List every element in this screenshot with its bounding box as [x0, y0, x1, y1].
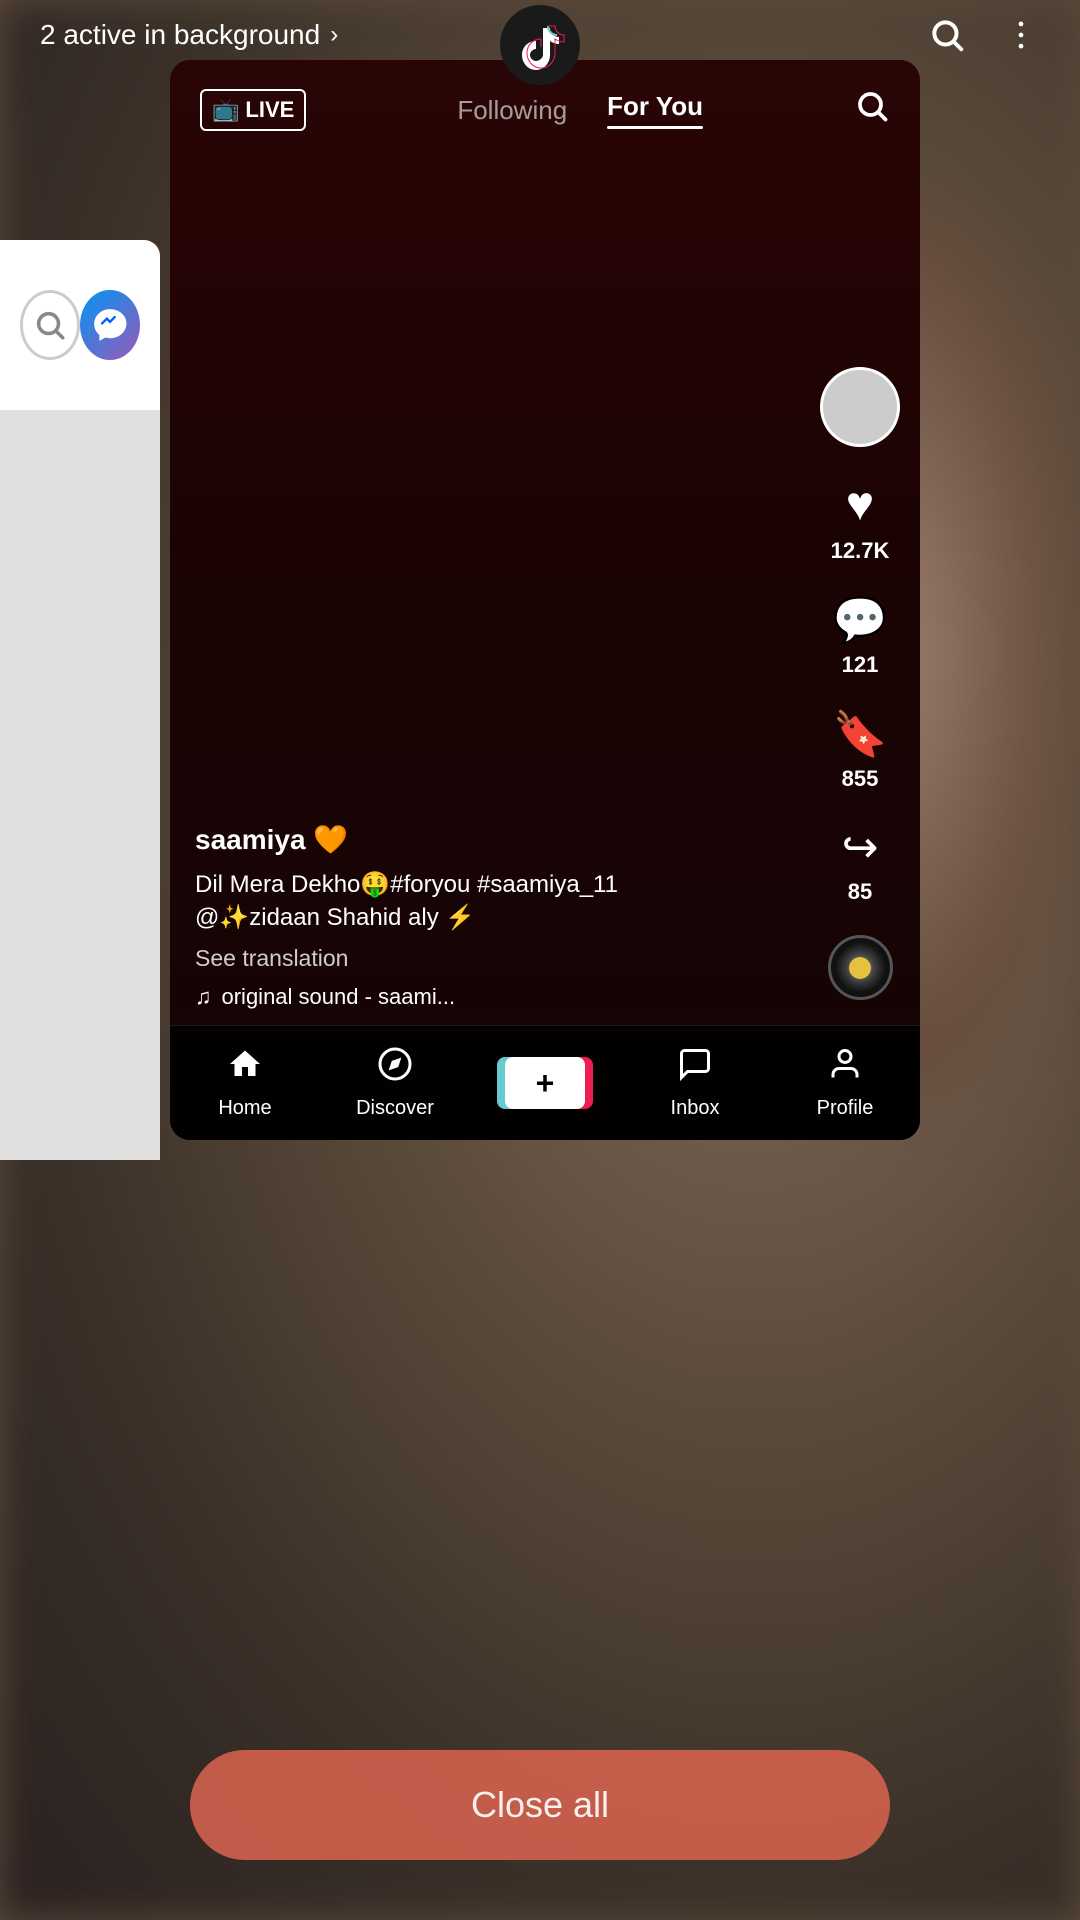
- like-button[interactable]: ♥ 12.7K: [831, 477, 890, 564]
- live-tv-icon: 📺: [212, 97, 239, 123]
- music-disc: [828, 935, 893, 1000]
- live-badge[interactable]: 📺 LIVE: [200, 89, 306, 131]
- status-bar-right: [928, 16, 1040, 54]
- left-card-top: [0, 240, 160, 410]
- bookmark-button[interactable]: 🔖 855: [833, 708, 888, 792]
- tiktok-logo-svg: [515, 20, 565, 70]
- caption-text: Dil Mera Dekho🤑#foryou #saamiya_11: [195, 871, 618, 898]
- music-center-dot: [849, 957, 871, 979]
- status-bar-left: 2 active in background ›: [40, 19, 338, 51]
- sound-info: ♫ original sound - saami...: [195, 984, 810, 1010]
- nav-home[interactable]: Home: [195, 1046, 295, 1120]
- right-actions: ♥ 12.7K 💬 121 🔖 855 ↪ 85: [820, 367, 900, 1000]
- left-search-icon[interactable]: [20, 290, 80, 360]
- close-all-button[interactable]: Close all: [190, 1750, 890, 1860]
- tiktok-logo[interactable]: [500, 5, 580, 85]
- left-card-bottom: [0, 410, 160, 1160]
- avatar: [820, 367, 900, 447]
- messenger-icon[interactable]: [80, 290, 140, 360]
- caption-mention: @✨zidaan Shahid aly ⚡: [195, 904, 475, 931]
- nav-inbox[interactable]: Inbox: [645, 1046, 745, 1120]
- inbox-icon: [677, 1046, 713, 1091]
- comment-button[interactable]: 💬 121: [833, 594, 888, 678]
- tiktok-app: 📺 LIVE Following For You ♥ 12.7K: [170, 60, 920, 1140]
- discover-icon: [377, 1046, 413, 1091]
- top-search-icon[interactable]: [928, 16, 966, 54]
- left-overlay: [0, 240, 160, 1160]
- close-all-text: Close all: [471, 1784, 609, 1826]
- video-caption: Dil Mera Dekho🤑#foryou #saamiya_11 @✨zid…: [195, 868, 810, 935]
- top-menu-icon[interactable]: [1002, 16, 1040, 54]
- like-count: 12.7K: [831, 538, 890, 564]
- creator-avatar-btn[interactable]: [820, 367, 900, 447]
- tab-foryou[interactable]: For You: [607, 91, 703, 129]
- music-disc-btn[interactable]: [828, 935, 893, 1000]
- bookmark-count: 855: [842, 766, 879, 792]
- home-icon: [227, 1046, 263, 1091]
- share-icon: ↪: [842, 822, 879, 873]
- share-count: 85: [848, 879, 872, 905]
- live-text: LIVE: [245, 97, 294, 123]
- home-label: Home: [218, 1097, 271, 1120]
- tab-following[interactable]: Following: [457, 95, 567, 126]
- video-info: saamiya 🧡 Dil Mera Dekho🤑#foryou #saamiy…: [195, 823, 810, 1010]
- active-background-text: 2 active in background: [40, 19, 320, 51]
- plus-icon: +: [536, 1065, 555, 1102]
- bottom-nav: Home Discover +: [170, 1025, 920, 1140]
- sound-text: original sound - saami...: [222, 984, 456, 1010]
- chevron-right-icon: ›: [330, 21, 338, 49]
- music-note-icon: ♫: [195, 984, 212, 1010]
- status-bar: 2 active in background ›: [0, 0, 1080, 70]
- profile-label: Profile: [817, 1097, 874, 1120]
- nav-discover[interactable]: Discover: [345, 1046, 445, 1120]
- share-button[interactable]: ↪ 85: [842, 822, 879, 905]
- add-button[interactable]: +: [505, 1057, 585, 1109]
- comment-icon: 💬: [833, 594, 888, 646]
- nav-add[interactable]: +: [495, 1057, 595, 1109]
- see-translation-btn[interactable]: See translation: [195, 945, 810, 972]
- creator-name: saamiya 🧡: [195, 823, 810, 856]
- bookmark-icon: 🔖: [833, 708, 888, 760]
- add-button-inner: +: [505, 1057, 585, 1109]
- heart-icon: ♥: [846, 477, 875, 532]
- app-search-icon[interactable]: [854, 88, 890, 133]
- tiktok-logo-top: [500, 0, 580, 75]
- comment-count: 121: [842, 652, 879, 678]
- nav-tabs: Following For You: [457, 91, 703, 129]
- nav-profile[interactable]: Profile: [795, 1046, 895, 1120]
- profile-icon: [827, 1046, 863, 1091]
- discover-label: Discover: [356, 1097, 434, 1120]
- inbox-label: Inbox: [671, 1097, 720, 1120]
